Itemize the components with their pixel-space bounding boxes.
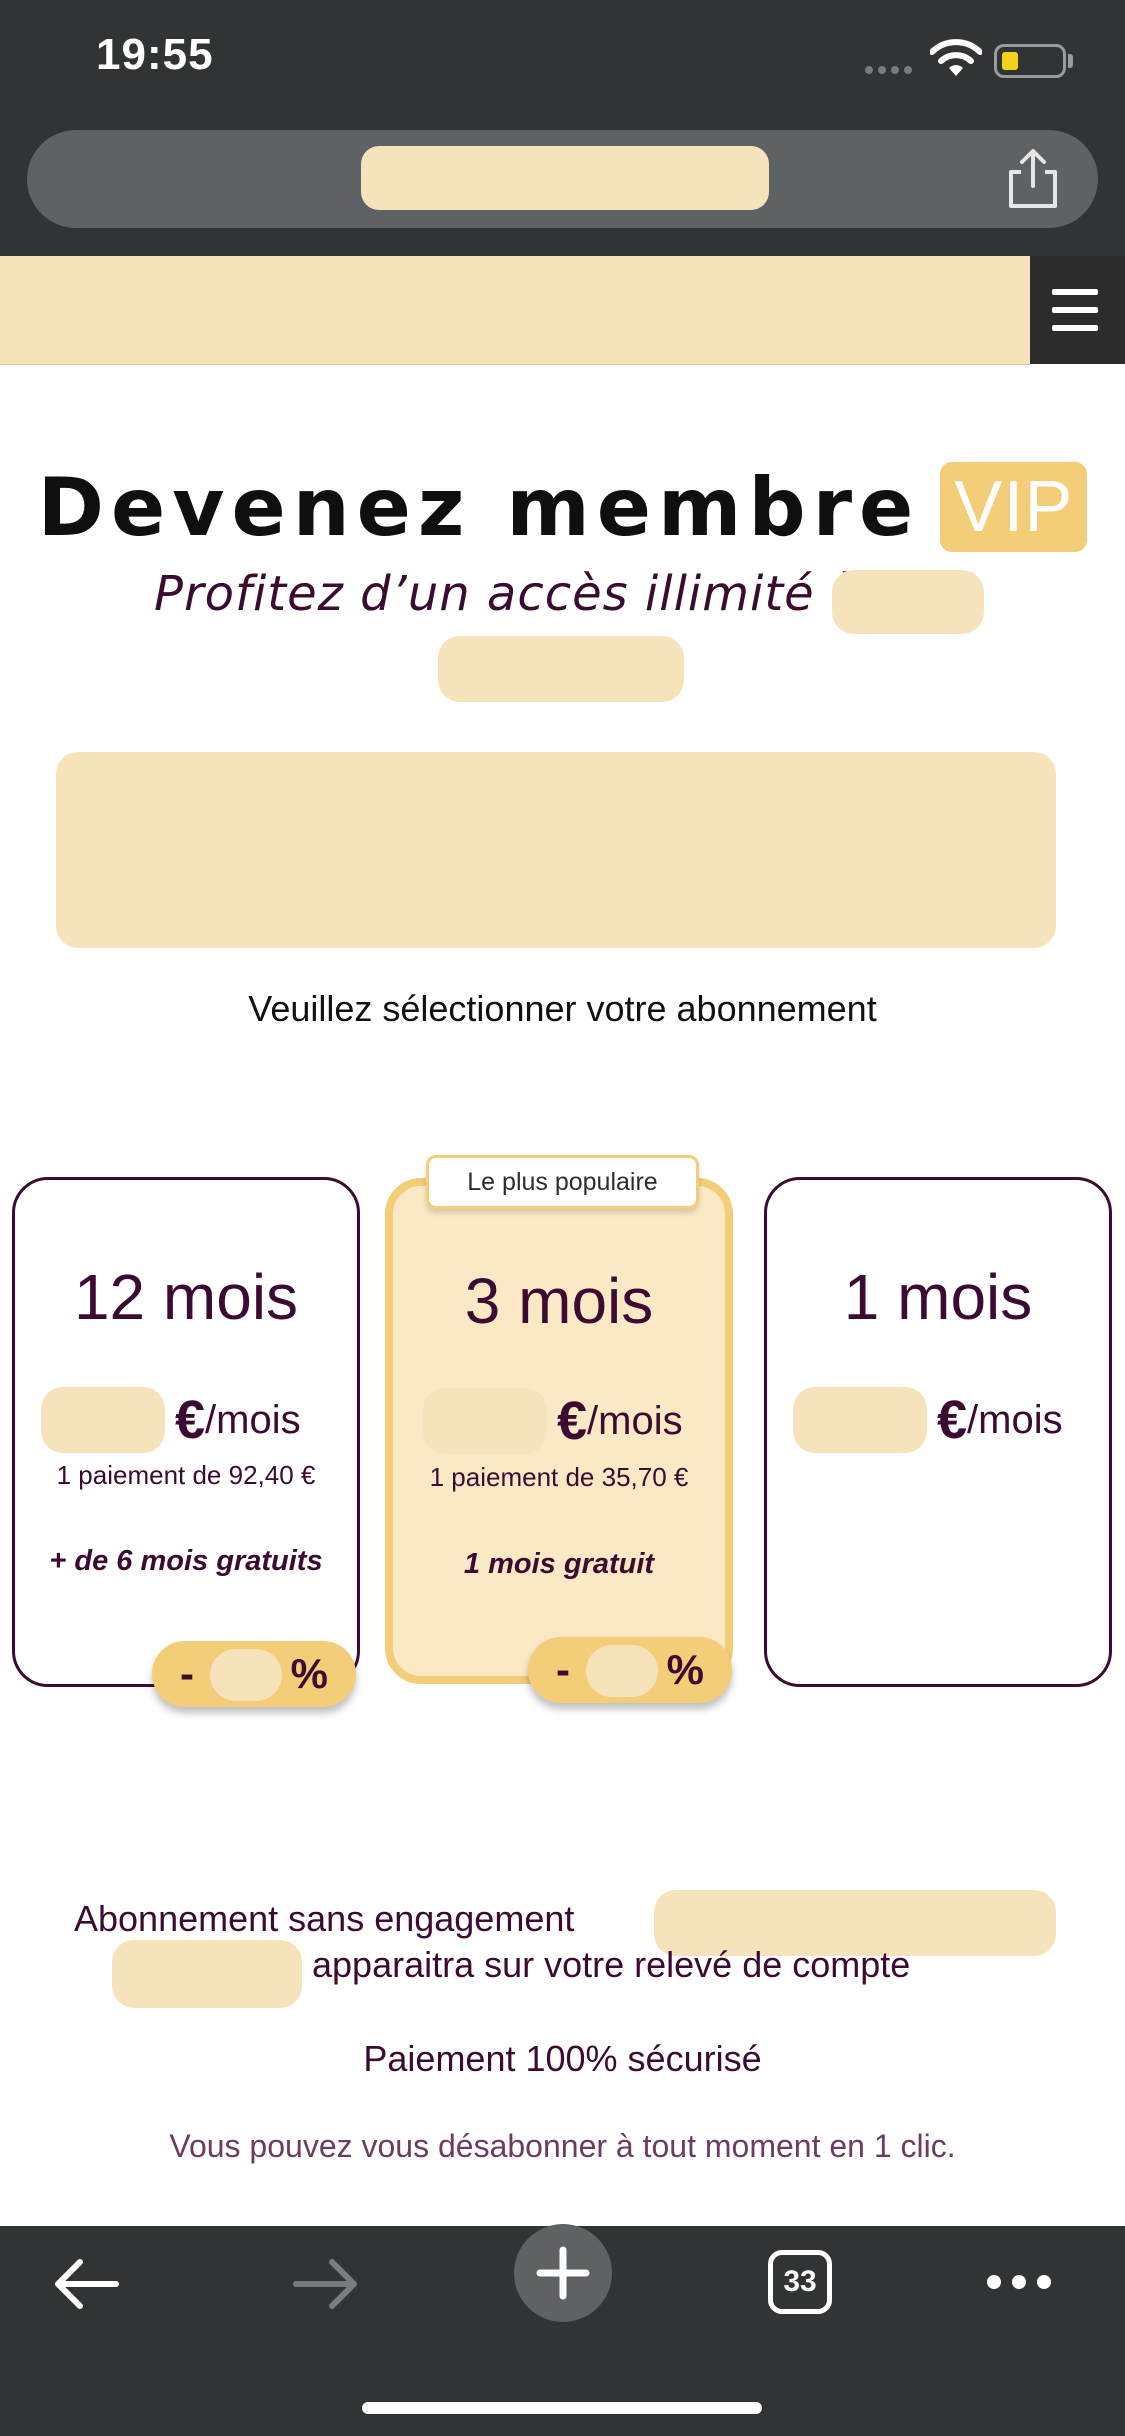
price-redacted	[41, 1387, 165, 1453]
forward-arrow-icon[interactable]	[290, 2256, 362, 2312]
back-arrow-icon[interactable]	[50, 2256, 122, 2312]
popular-tag: Le plus populaire	[426, 1155, 699, 1209]
statement-text: apparaitra sur votre relevé de compte	[312, 1944, 911, 1985]
page-title-text: Devenez membre	[37, 460, 921, 554]
price-unit: /mois	[967, 1397, 1063, 1442]
new-tab-button[interactable]	[514, 2224, 612, 2322]
page-title: Devenez membre VIP	[0, 452, 1125, 562]
plan-price: € /mois	[423, 1388, 683, 1454]
signal-icon	[865, 66, 912, 74]
plan-payment: 1 paiement de 92,40 €	[56, 1460, 316, 1490]
unsubscribe-text: Vous pouvez vous désabonner à tout momen…	[169, 2128, 956, 2164]
discount-redacted	[586, 1645, 658, 1697]
menu-icon-bar	[1052, 325, 1098, 331]
more-icon[interactable]	[986, 2274, 1052, 2290]
plan-price: € /mois	[41, 1387, 301, 1453]
plan-bonus: + de 6 mois gratuits	[49, 1545, 323, 1577]
plan-payment: 1 paiement de 35,70 €	[429, 1462, 689, 1492]
price-currency: €	[557, 1391, 588, 1451]
site-header-redacted	[0, 256, 1030, 365]
discount-badge: - %	[152, 1641, 356, 1707]
discount-suffix: %	[666, 1646, 704, 1693]
discount-suffix: %	[290, 1650, 328, 1697]
battery-tip	[1068, 54, 1073, 68]
menu-button[interactable]	[1030, 256, 1125, 364]
price-currency: €	[175, 1390, 206, 1450]
discount-redacted	[210, 1649, 282, 1701]
plan-period: 1 mois	[843, 1261, 1033, 1333]
secure-payment-text: Paiement 100% sécurisé	[363, 2038, 762, 2079]
statement-name-redacted	[112, 1940, 302, 2008]
price-redacted	[423, 1388, 547, 1454]
home-indicator[interactable]	[362, 2402, 762, 2414]
select-subscription-label: Veuillez sélectionner votre abonnement	[248, 988, 877, 1029]
discount-prefix: -	[180, 1650, 194, 1697]
wifi-icon	[930, 39, 982, 76]
price-unit: /mois	[205, 1397, 301, 1442]
status-time: 19:55	[96, 30, 214, 79]
no-commitment-text: Abonnement sans engagement	[74, 1898, 575, 1939]
subtitle: Profitez d’un accès illimité à	[154, 566, 862, 622]
discount-badge: - %	[528, 1637, 732, 1703]
price-currency: €	[937, 1390, 968, 1450]
url-text-redacted[interactable]	[361, 146, 769, 210]
share-icon[interactable]	[1003, 148, 1063, 210]
banner-redacted	[56, 752, 1056, 948]
vip-badge: VIP	[940, 462, 1088, 552]
plan-period: 3 mois	[464, 1265, 654, 1337]
plan-card-12-months[interactable]: 12 mois € /mois 1 paiement de 92,40 € + …	[12, 1177, 360, 1687]
subtitle-redacted	[832, 570, 984, 634]
menu-icon	[1052, 289, 1098, 295]
plan-bonus: 1 mois gratuit	[463, 1548, 655, 1580]
tabs-button[interactable]: 33	[768, 2250, 832, 2314]
discount-prefix: -	[556, 1646, 570, 1693]
plan-card-3-months[interactable]: 3 mois € /mois 1 paiement de 35,70 € 1 m…	[385, 1178, 733, 1684]
plus-icon	[536, 2246, 590, 2300]
price-unit: /mois	[587, 1398, 683, 1443]
menu-icon-bar	[1052, 307, 1098, 313]
battery-level	[1002, 52, 1018, 70]
plan-price: € /mois	[793, 1387, 1063, 1453]
plan-period: 12 mois	[73, 1261, 299, 1333]
subtitle-redacted	[438, 636, 684, 702]
price-redacted	[793, 1387, 927, 1453]
plan-card-1-month[interactable]: 1 mois € /mois	[764, 1177, 1112, 1687]
